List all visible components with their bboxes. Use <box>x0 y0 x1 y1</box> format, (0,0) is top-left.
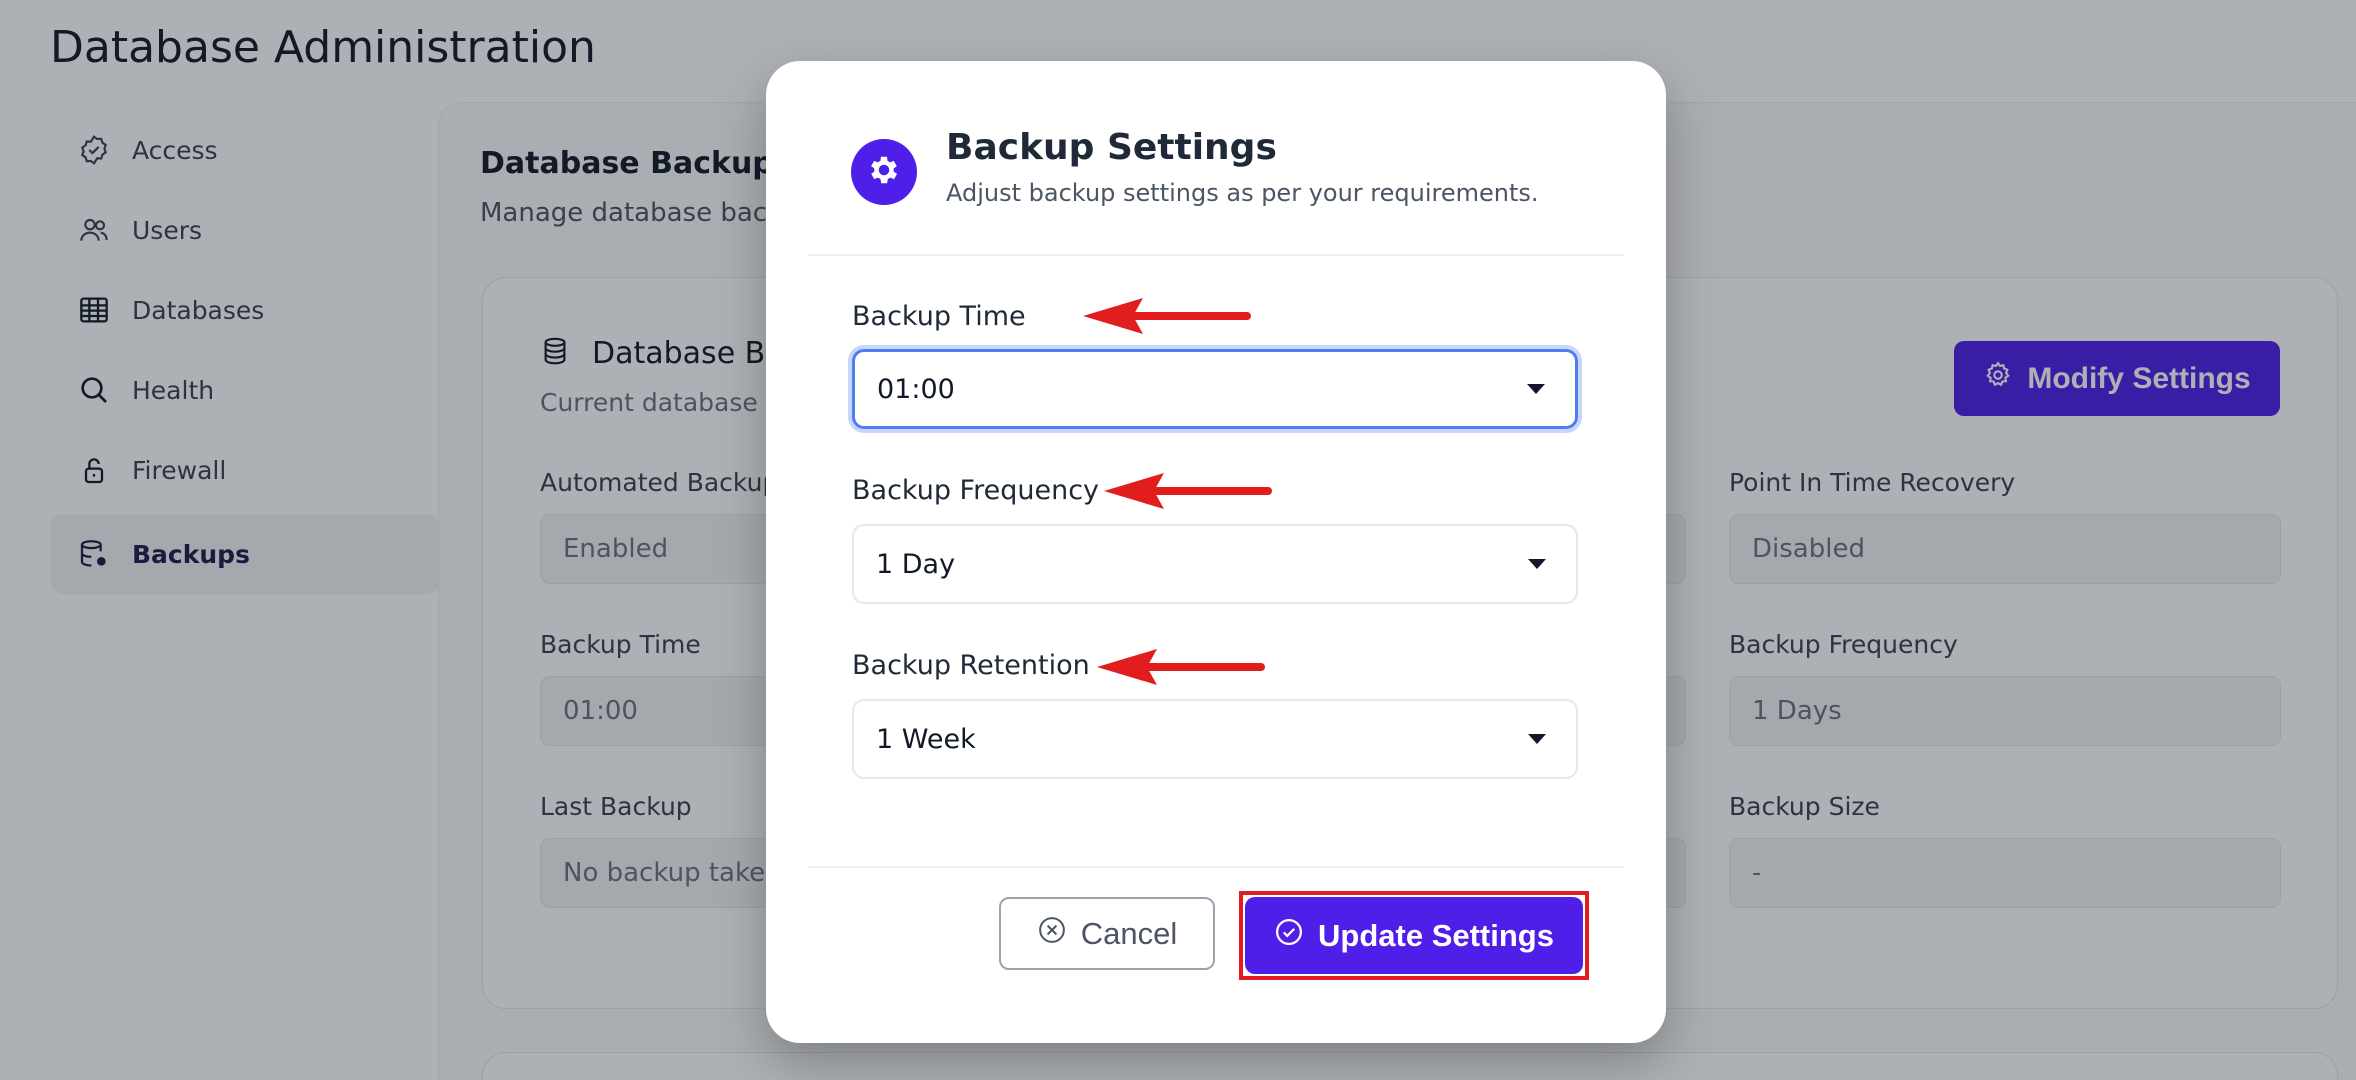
modal-footer-divider <box>808 866 1624 868</box>
backup-frequency-select-label: Backup Frequency <box>852 475 1100 506</box>
backup-time-select-label: Backup Time <box>852 301 1026 332</box>
modal-icon <box>851 139 917 205</box>
annotation-arrow-backup-time <box>1083 298 1251 334</box>
check-circle-icon <box>1274 917 1304 955</box>
backup-frequency-select[interactable]: 1 Day <box>852 524 1578 604</box>
backup-retention-select[interactable]: 1 Week <box>852 699 1578 779</box>
annotation-arrow-backup-frequency <box>1104 473 1272 509</box>
modal-header-divider <box>808 254 1624 256</box>
close-circle-icon <box>1037 915 1067 953</box>
chevron-down-icon <box>1528 559 1546 569</box>
backup-settings-modal: Backup Settings Adjust backup settings a… <box>766 61 1666 1043</box>
chevron-down-icon <box>1527 384 1545 394</box>
backup-retention-select-value: 1 Week <box>876 723 976 755</box>
backup-time-select[interactable]: 01:00 <box>852 349 1578 429</box>
cancel-label: Cancel <box>1080 915 1178 951</box>
backup-frequency-select-value: 1 Day <box>876 548 956 580</box>
backup-retention-select-label: Backup Retention <box>852 650 1090 681</box>
update-settings-label: Update Settings <box>1318 917 1554 953</box>
modal-title: Backup Settings <box>946 127 1277 168</box>
cancel-button[interactable]: Cancel <box>999 897 1215 970</box>
chevron-down-icon <box>1528 734 1546 744</box>
settings-gear-icon <box>866 152 902 192</box>
backup-time-select-value: 01:00 <box>877 373 955 405</box>
annotation-arrow-backup-retention <box>1097 649 1265 685</box>
modal-subtitle: Adjust backup settings as per your requi… <box>946 179 1539 207</box>
update-settings-button[interactable]: Update Settings <box>1245 897 1583 974</box>
